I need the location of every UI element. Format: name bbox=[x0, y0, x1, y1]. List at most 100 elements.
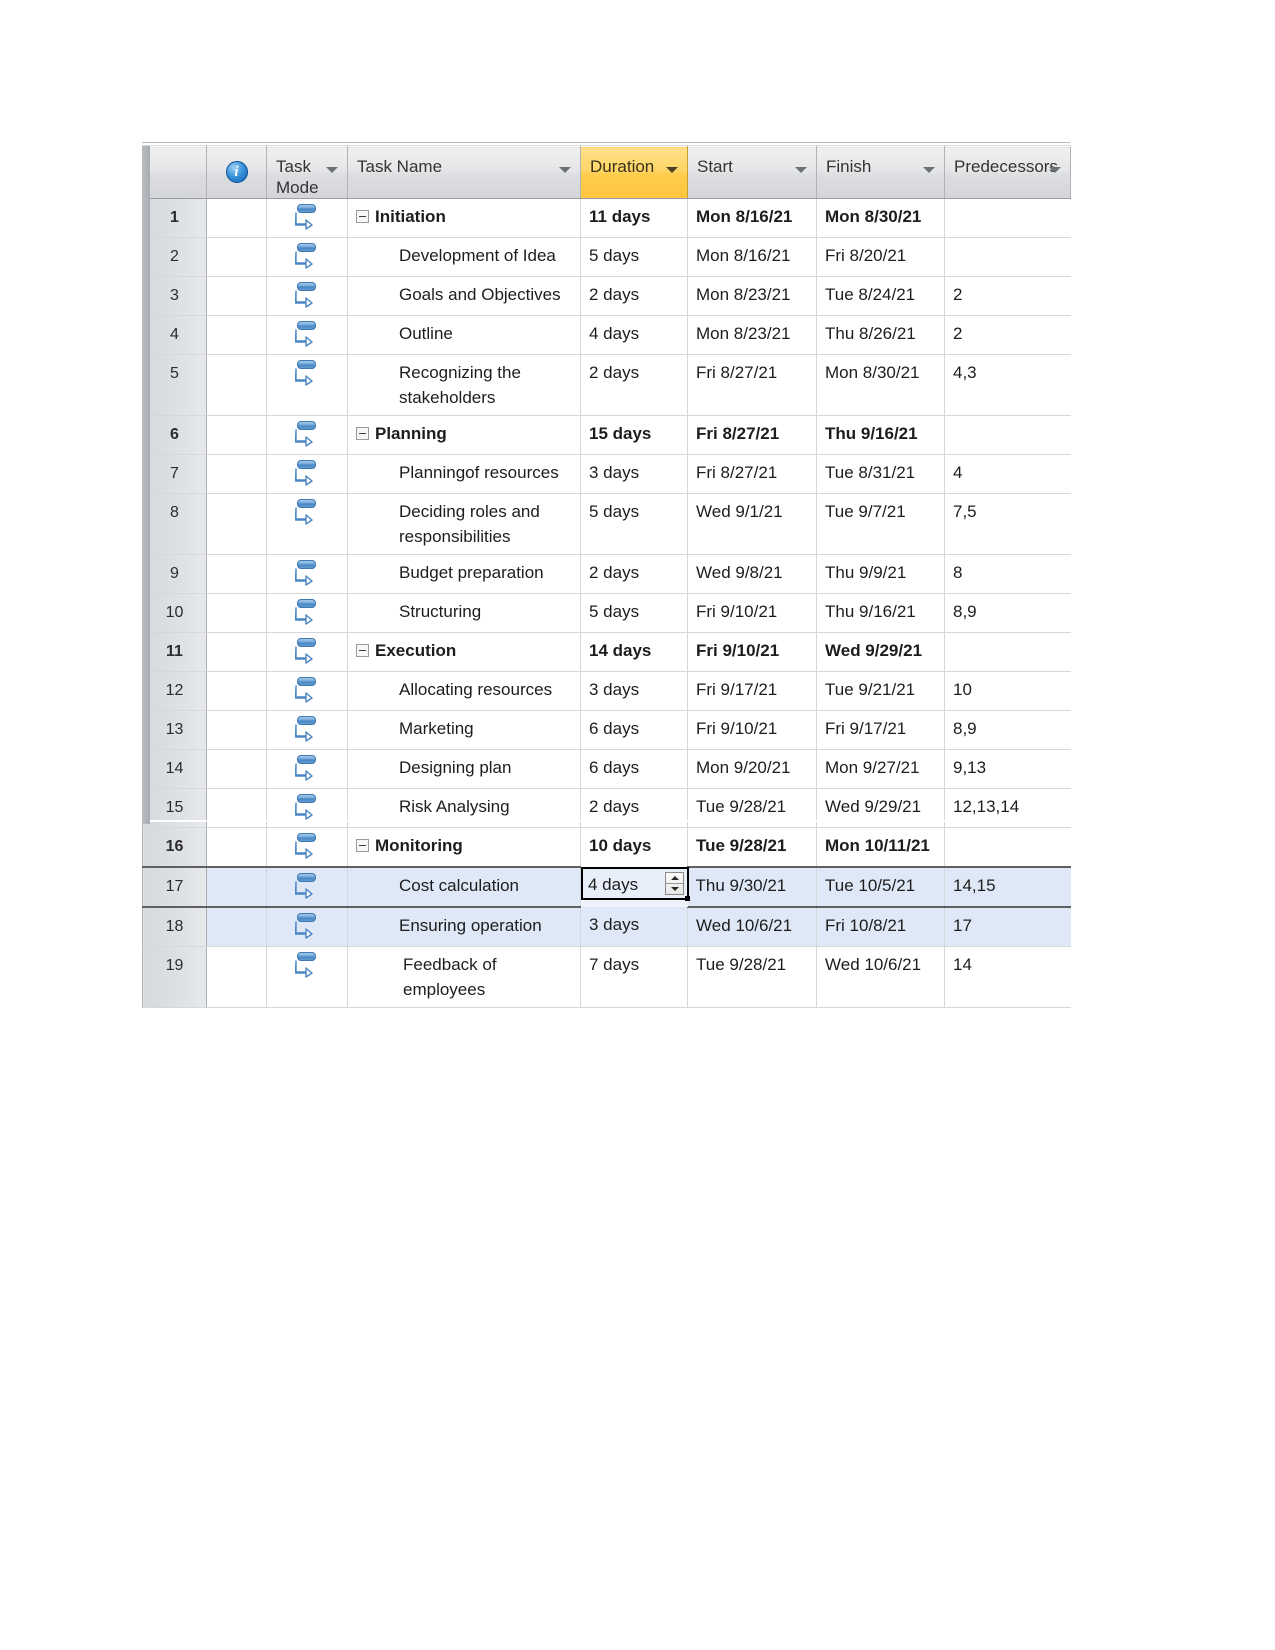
predecessors-cell[interactable] bbox=[944, 632, 1071, 672]
table-row[interactable]: 3 Goals and Objectives 2 days Mon 8/23/21 Tu… bbox=[142, 276, 1071, 316]
predecessors-cell[interactable]: 2 bbox=[944, 315, 1071, 355]
table-row[interactable]: 8 Deciding roles and responsibilities 5 da… bbox=[142, 493, 1071, 555]
task-name-cell[interactable]: Deciding roles and responsibilities bbox=[347, 493, 581, 555]
start-date-cell[interactable]: Mon 8/23/21 bbox=[687, 276, 817, 316]
row-indicator-cell[interactable] bbox=[206, 866, 267, 908]
finish-date-cell[interactable]: Tue 9/7/21 bbox=[816, 493, 945, 555]
row-id-cell[interactable]: 2 bbox=[142, 237, 207, 277]
start-date-cell[interactable]: Fri 9/10/21 bbox=[687, 710, 817, 750]
row-id-cell[interactable]: 11 bbox=[142, 632, 207, 672]
row-indicator-cell[interactable] bbox=[206, 354, 267, 416]
finish-date-cell[interactable]: Mon 10/11/21 bbox=[816, 827, 945, 868]
task-name-cell[interactable]: Marketing bbox=[347, 710, 581, 750]
start-date-cell[interactable]: Fri 8/27/21 bbox=[687, 415, 817, 455]
duration-cell[interactable]: 11 days bbox=[580, 198, 688, 238]
row-id-cell[interactable]: 19 bbox=[142, 946, 207, 1008]
finish-date-cell[interactable]: Thu 9/9/21 bbox=[816, 554, 945, 594]
column-header-id[interactable] bbox=[142, 146, 207, 199]
auto-scheduled-icon[interactable] bbox=[266, 632, 348, 672]
duration-cell[interactable]: 5 days bbox=[580, 493, 688, 555]
duration-edit-box[interactable]: 4 days bbox=[581, 866, 690, 901]
start-date-cell[interactable]: Fri 8/27/21 bbox=[687, 454, 817, 494]
fill-handle[interactable] bbox=[685, 895, 690, 901]
predecessors-cell[interactable]: 14 bbox=[944, 946, 1071, 1008]
column-header-task-name[interactable]: Task Name bbox=[347, 146, 581, 199]
start-date-cell[interactable]: Tue 9/28/21 bbox=[687, 946, 817, 1008]
table-row[interactable]: 19 Feedback of employees 7 days Tue 9/28/21… bbox=[142, 946, 1071, 1008]
start-date-cell[interactable]: Mon 8/23/21 bbox=[687, 315, 817, 355]
column-header-finish[interactable]: Finish bbox=[816, 146, 945, 199]
predecessors-cell[interactable]: 17 bbox=[944, 907, 1071, 947]
start-date-cell[interactable]: Fri 9/10/21 bbox=[687, 593, 817, 633]
row-id-cell[interactable]: 5 bbox=[142, 354, 207, 416]
predecessors-cell[interactable] bbox=[944, 827, 1071, 868]
predecessors-cell[interactable] bbox=[944, 198, 1071, 238]
row-indicator-cell[interactable] bbox=[206, 632, 267, 672]
task-name-cell[interactable]: Monitoring bbox=[347, 827, 581, 868]
duration-cell[interactable]: 4 days bbox=[580, 315, 688, 355]
task-name-cell[interactable]: Planning bbox=[347, 415, 581, 455]
stepper-up-icon[interactable] bbox=[670, 875, 679, 880]
auto-scheduled-icon[interactable] bbox=[266, 907, 348, 947]
task-name-cell[interactable]: Initiation bbox=[347, 198, 581, 238]
task-name-cell[interactable]: Execution bbox=[347, 632, 581, 672]
table-row[interactable]: 18 Ensuring operation 3 days Wed 10/6/21 Fri… bbox=[142, 907, 1071, 947]
predecessors-cell[interactable]: 10 bbox=[944, 671, 1071, 711]
finish-date-cell[interactable]: Mon 8/30/21 bbox=[816, 354, 945, 416]
row-id-cell[interactable]: 18 bbox=[142, 907, 207, 947]
table-row[interactable]: 16 Monitoring 10 days Tue 9/28/21 Mon 10/11/… bbox=[142, 827, 1071, 868]
collapse-minus-icon[interactable] bbox=[356, 838, 369, 852]
predecessors-cell[interactable]: 8 bbox=[944, 554, 1071, 594]
auto-scheduled-icon[interactable] bbox=[266, 454, 348, 494]
row-id-cell[interactable]: 4 bbox=[142, 315, 207, 355]
start-date-cell[interactable]: Fri 8/27/21 bbox=[687, 354, 817, 416]
task-name-cell[interactable]: Goals and Objectives bbox=[347, 276, 581, 316]
duration-cell[interactable]: 6 days bbox=[580, 749, 688, 789]
duration-cell[interactable]: 6 days bbox=[580, 710, 688, 750]
predecessors-cell[interactable]: 4 bbox=[944, 454, 1071, 494]
row-id-cell[interactable]: 3 bbox=[142, 276, 207, 316]
start-date-cell[interactable]: Tue 9/28/21 bbox=[687, 827, 817, 868]
chevron-down-icon[interactable] bbox=[1049, 167, 1061, 173]
auto-scheduled-icon[interactable] bbox=[266, 237, 348, 277]
auto-scheduled-icon[interactable] bbox=[266, 593, 348, 633]
auto-scheduled-icon[interactable] bbox=[266, 354, 348, 416]
finish-date-cell[interactable]: Tue 9/21/21 bbox=[816, 671, 945, 711]
row-id-cell[interactable]: 17 bbox=[142, 866, 207, 908]
start-date-cell[interactable]: Mon 8/16/21 bbox=[687, 198, 817, 238]
table-row[interactable]: 1 Initiation 11 days Mon 8/16/21 Mon 8/30/21 bbox=[142, 198, 1071, 238]
row-indicator-cell[interactable] bbox=[206, 237, 267, 277]
quantity-stepper[interactable] bbox=[665, 871, 684, 895]
predecessors-cell[interactable]: 8,9 bbox=[944, 593, 1071, 633]
finish-date-cell[interactable]: Tue 8/31/21 bbox=[816, 454, 945, 494]
task-name-cell[interactable]: Development of Idea bbox=[347, 237, 581, 277]
row-indicator-cell[interactable] bbox=[206, 593, 267, 633]
table-row[interactable]: 13 Marketing 6 days Fri 9/10/21 Fri 9/17/21 8… bbox=[142, 710, 1071, 750]
row-id-cell[interactable]: 9 bbox=[142, 554, 207, 594]
start-date-cell[interactable]: Thu 9/30/21 bbox=[687, 866, 817, 908]
table-row[interactable]: 11 Execution 14 days Fri 9/10/21 Wed 9/29/21 bbox=[142, 632, 1071, 672]
auto-scheduled-icon[interactable] bbox=[266, 415, 348, 455]
auto-scheduled-icon[interactable] bbox=[266, 827, 348, 868]
auto-scheduled-icon[interactable] bbox=[266, 276, 348, 316]
row-id-cell[interactable]: 14 bbox=[142, 749, 207, 789]
auto-scheduled-icon[interactable] bbox=[266, 749, 348, 789]
row-indicator-cell[interactable] bbox=[206, 710, 267, 750]
table-row[interactable]: 7 Planningof resources 3 days Fri 8/27/21 Tu… bbox=[142, 454, 1071, 494]
start-date-cell[interactable]: Wed 9/8/21 bbox=[687, 554, 817, 594]
chevron-down-icon[interactable] bbox=[326, 167, 338, 173]
row-id-cell[interactable]: 7 bbox=[142, 454, 207, 494]
row-id-cell[interactable]: 8 bbox=[142, 493, 207, 555]
duration-cell[interactable]: 3 days bbox=[580, 454, 688, 494]
auto-scheduled-icon[interactable] bbox=[266, 493, 348, 555]
table-row[interactable]: 14 Designing plan 6 days Mon 9/20/21 Mon 9/2… bbox=[142, 749, 1071, 789]
chevron-down-icon[interactable] bbox=[795, 167, 807, 173]
column-header-duration[interactable]: Duration bbox=[580, 146, 688, 199]
auto-scheduled-icon[interactable] bbox=[266, 710, 348, 750]
table-row[interactable]: 2 Development of Idea 5 days Mon 8/16/21 Fri… bbox=[142, 237, 1071, 277]
task-name-cell[interactable]: Feedback of employees bbox=[347, 946, 581, 1008]
table-row[interactable]: 5 Recognizing the stakeholders 2 days Fri 8… bbox=[142, 354, 1071, 416]
duration-cell[interactable]: 5 days bbox=[580, 237, 688, 277]
finish-date-cell[interactable]: Tue 8/24/21 bbox=[816, 276, 945, 316]
table-row[interactable]: 12 Allocating resources 3 days Fri 9/17/21 T… bbox=[142, 671, 1071, 711]
